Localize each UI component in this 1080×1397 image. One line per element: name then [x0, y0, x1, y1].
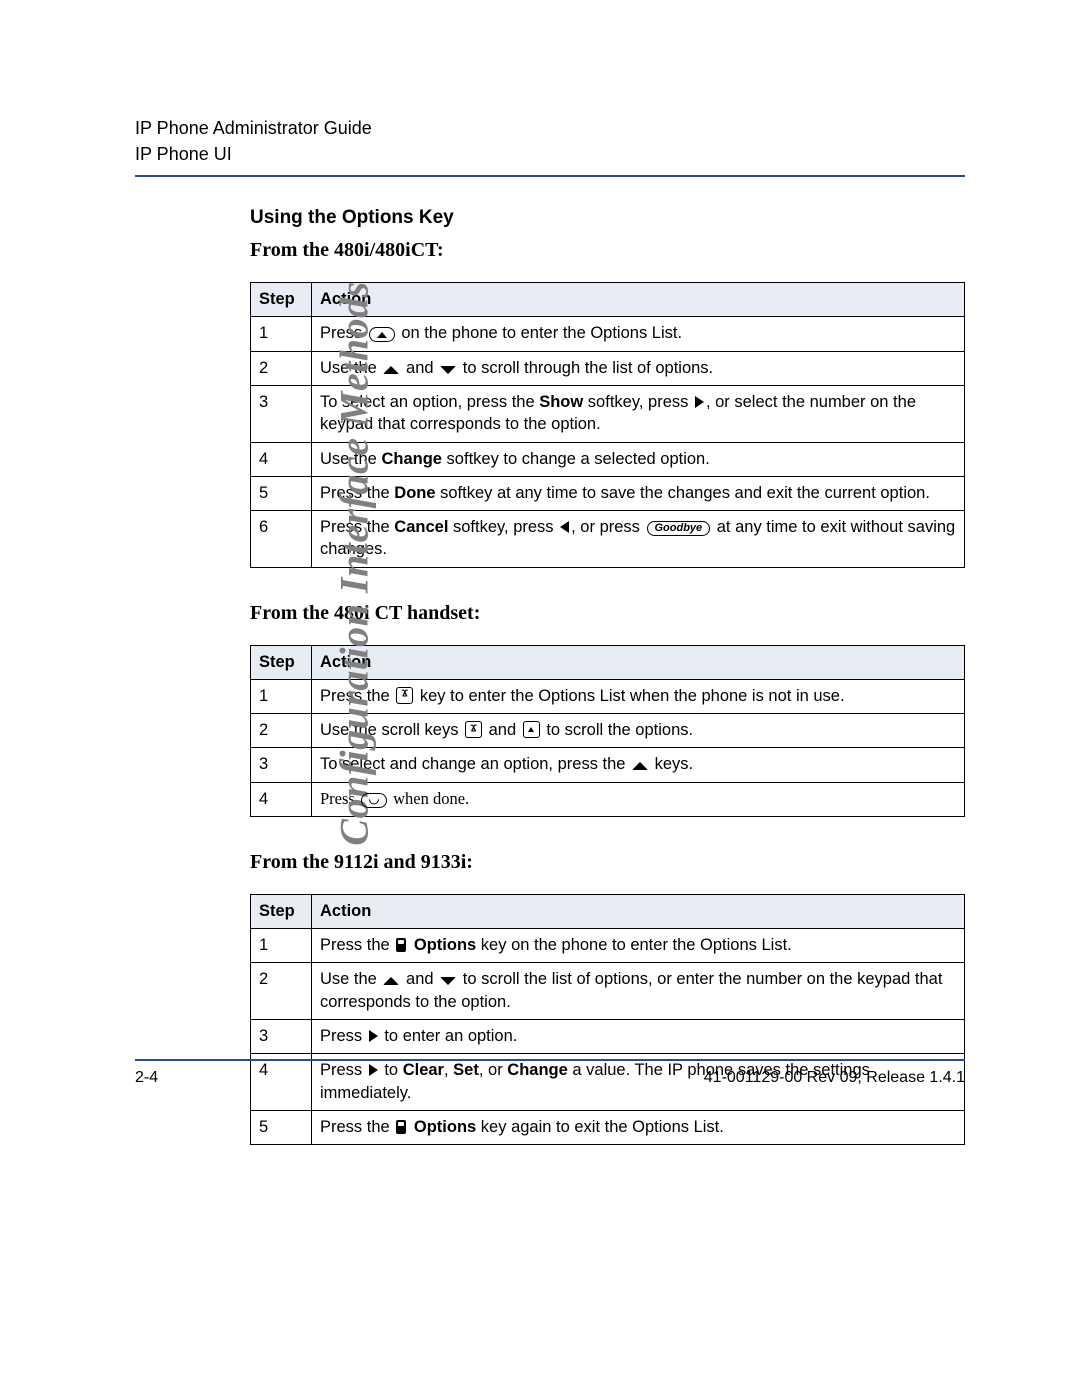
step-number: 4 — [251, 442, 312, 476]
step-number: 3 — [251, 1019, 312, 1053]
table-row: 1Press the Options key on the phone to e… — [251, 929, 965, 963]
step-number: 1 — [251, 317, 312, 351]
section-heading: Using the Options Key — [250, 207, 965, 229]
step-number: 3 — [251, 385, 312, 442]
step-action: Use the and to scroll through the list o… — [312, 351, 965, 385]
step-number: 5 — [251, 1110, 312, 1144]
page-footer: 2-4 41-001129-00 Rev 09, Release 1.4.1 — [135, 1059, 965, 1087]
page-header: IP Phone Administrator Guide IP Phone UI — [135, 115, 965, 167]
table-row: 3Press to enter an option. — [251, 1019, 965, 1053]
side-chapter-label: Configuration Interface Methods — [331, 281, 378, 845]
step-action: Use the Change softkey to change a selec… — [312, 442, 965, 476]
doc-subtitle: IP Phone UI — [135, 141, 965, 167]
hangup-key-icon — [361, 793, 387, 808]
table-row: 2Use the and to scroll the list of optio… — [251, 963, 965, 1020]
subsection-heading: From the 9112i and 9133i: — [250, 851, 965, 874]
col-action: Action — [312, 894, 965, 928]
page-number: 2-4 — [135, 1069, 158, 1087]
footer-divider — [135, 1059, 965, 1061]
step-number: 1 — [251, 929, 312, 963]
step-action: Use the and to scroll the list of option… — [312, 963, 965, 1020]
down-arrow-icon — [440, 366, 456, 374]
up-arrow-icon — [383, 366, 399, 374]
phone-icon — [396, 938, 406, 952]
left-arrow-icon — [560, 521, 569, 533]
step-action: Press the Cancel softkey, press , or pre… — [312, 511, 965, 568]
phone-icon — [396, 1120, 406, 1134]
up-arrow-icon — [632, 762, 648, 770]
table-row: 5Press the Options key again to exit the… — [251, 1110, 965, 1144]
handset-options-key-icon — [396, 687, 413, 704]
header-divider — [135, 175, 965, 177]
step-number: 4 — [251, 782, 312, 816]
step-action: Press the Done softkey at any time to sa… — [312, 476, 965, 510]
doc-title: IP Phone Administrator Guide — [135, 115, 965, 141]
right-arrow-icon — [695, 396, 704, 408]
goodbye-key-icon: Goodbye — [647, 521, 711, 536]
step-action: Press on the phone to enter the Options … — [312, 317, 965, 351]
subsection-heading: From the 480i/480iCT: — [250, 239, 965, 262]
step-action: To select an option, press the Show soft… — [312, 385, 965, 442]
col-action: Action — [312, 283, 965, 317]
step-number: 2 — [251, 351, 312, 385]
step-action: Press the Options key again to exit the … — [312, 1110, 965, 1144]
step-action: Press the key to enter the Options List … — [312, 679, 965, 713]
options-key-icon — [369, 327, 395, 342]
step-action: To select and change an option, press th… — [312, 748, 965, 782]
steps-table: StepAction1Press the Options key on the … — [250, 894, 965, 1145]
step-action: Use the scroll keys and to scroll the op… — [312, 714, 965, 748]
col-action: Action — [312, 645, 965, 679]
step-number: 1 — [251, 679, 312, 713]
handset-up-key-icon — [523, 721, 540, 738]
step-number: 3 — [251, 748, 312, 782]
handset-options-key-icon — [465, 721, 482, 738]
up-arrow-icon — [383, 977, 399, 985]
col-step: Step — [251, 283, 312, 317]
step-action: Press the Options key on the phone to en… — [312, 929, 965, 963]
down-arrow-icon — [440, 977, 456, 985]
step-number: 5 — [251, 476, 312, 510]
right-arrow-icon — [369, 1030, 378, 1042]
page: IP Phone Administrator Guide IP Phone UI… — [0, 0, 1080, 1397]
col-step: Step — [251, 894, 312, 928]
col-step: Step — [251, 645, 312, 679]
step-number: 6 — [251, 511, 312, 568]
step-action: Press to enter an option. — [312, 1019, 965, 1053]
step-number: 2 — [251, 714, 312, 748]
step-action: Press when done. — [312, 782, 965, 816]
release-info: 41-001129-00 Rev 09, Release 1.4.1 — [704, 1069, 965, 1087]
step-number: 2 — [251, 963, 312, 1020]
